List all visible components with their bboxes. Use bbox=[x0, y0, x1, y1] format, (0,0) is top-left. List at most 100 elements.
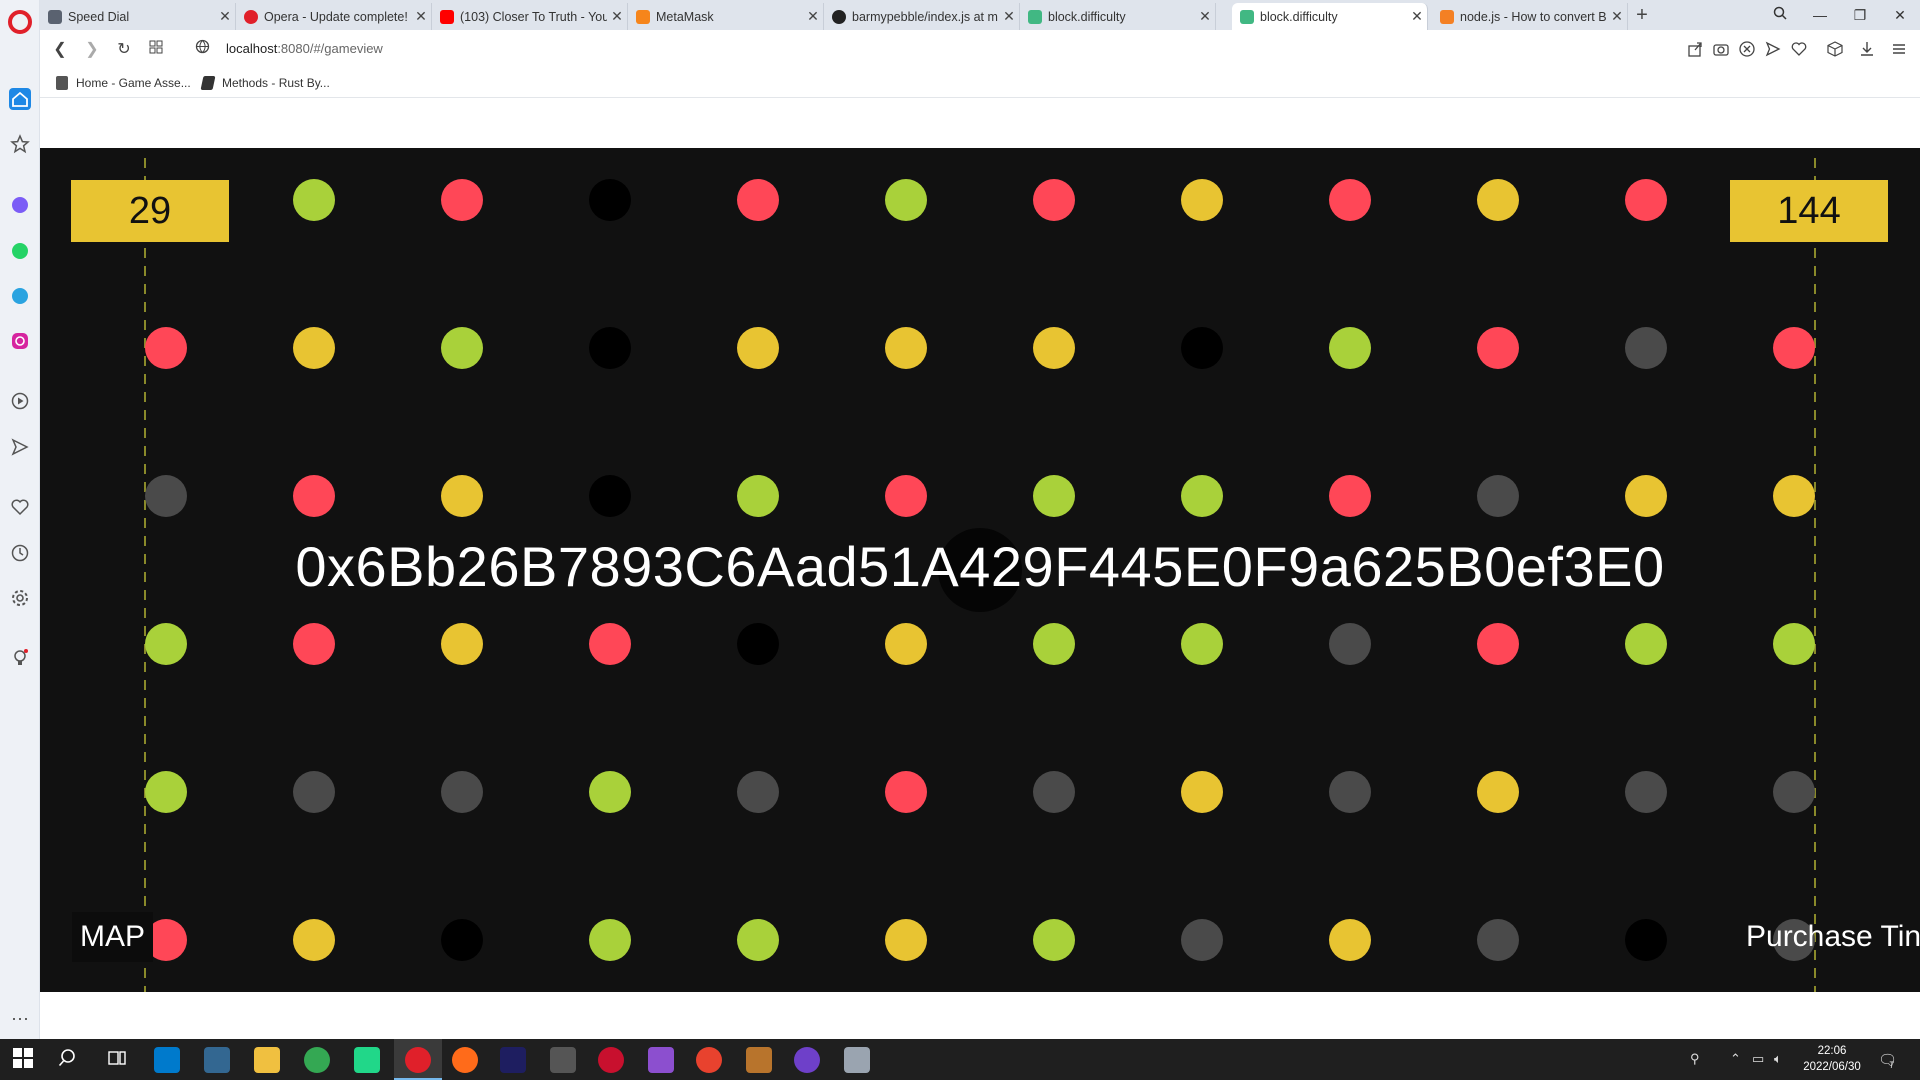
dot-r2-c9[interactable] bbox=[1477, 475, 1519, 517]
more-options-icon[interactable]: ⋯ bbox=[9, 1008, 31, 1030]
volume-icon[interactable]: 🔈︎ bbox=[1774, 1051, 1782, 1067]
opera-gx-icon[interactable] bbox=[598, 1047, 624, 1073]
dot-r0-c2[interactable] bbox=[441, 179, 483, 221]
tab-block-difficulty-1[interactable]: block.difficulty ✕ bbox=[1020, 3, 1216, 30]
dot-r1-c2[interactable] bbox=[441, 327, 483, 369]
windows-start-icon[interactable] bbox=[12, 1047, 38, 1073]
pycharm-icon[interactable] bbox=[354, 1047, 380, 1073]
dot-r1-c11[interactable] bbox=[1773, 327, 1815, 369]
dot-r0-c5[interactable] bbox=[885, 179, 927, 221]
visual-studio-icon[interactable] bbox=[648, 1047, 674, 1073]
home-icon[interactable] bbox=[9, 88, 31, 110]
tab-grid-icon[interactable] bbox=[144, 38, 168, 62]
close-window-icon[interactable]: ✕ bbox=[1886, 4, 1914, 26]
task-view-icon[interactable] bbox=[106, 1047, 132, 1073]
tray-chevron-up-icon[interactable]: ⌃ bbox=[1730, 1051, 1741, 1067]
extensions-cube-icon[interactable] bbox=[1826, 40, 1846, 60]
dot-r2-c4[interactable] bbox=[737, 475, 779, 517]
audition-icon[interactable] bbox=[500, 1047, 526, 1073]
game-view[interactable]: 29 144 0x6Bb26B7893C6Aad51A429F445E0F9a6… bbox=[40, 148, 1920, 992]
dot-r0-c4[interactable] bbox=[737, 179, 779, 221]
dot-r4-c10[interactable] bbox=[1625, 771, 1667, 813]
dot-r3-c4[interactable] bbox=[737, 623, 779, 665]
dot-r1-c8[interactable] bbox=[1329, 327, 1371, 369]
dot-r5-c1[interactable] bbox=[293, 919, 335, 961]
camera-icon[interactable] bbox=[1712, 40, 1732, 60]
messenger-icon[interactable] bbox=[9, 194, 31, 216]
dot-r3-c5[interactable] bbox=[885, 623, 927, 665]
unity-icon[interactable] bbox=[550, 1047, 576, 1073]
dot-r4-c0[interactable] bbox=[145, 771, 187, 813]
whatsapp-icon[interactable] bbox=[9, 240, 31, 262]
dot-r3-c2[interactable] bbox=[441, 623, 483, 665]
dot-r1-c3[interactable] bbox=[589, 327, 631, 369]
dot-r5-c4[interactable] bbox=[737, 919, 779, 961]
search-icon[interactable] bbox=[58, 1047, 84, 1073]
dot-r5-c3[interactable] bbox=[589, 919, 631, 961]
dot-r4-c3[interactable] bbox=[589, 771, 631, 813]
dot-r4-c4[interactable] bbox=[737, 771, 779, 813]
adblock-icon[interactable] bbox=[1738, 40, 1758, 60]
bookmark-game-assets[interactable]: Home - Game Asse... bbox=[56, 76, 191, 90]
dot-r5-c6[interactable] bbox=[1033, 919, 1075, 961]
telegram-icon[interactable] bbox=[9, 285, 31, 307]
dot-r4-c5[interactable] bbox=[885, 771, 927, 813]
dot-r2-c8[interactable] bbox=[1329, 475, 1371, 517]
tab-github[interactable]: barmypebble/index.js at m ✕ bbox=[824, 3, 1020, 30]
notifications-icon[interactable]: 🗨︎ 7 bbox=[1878, 1051, 1906, 1070]
settings-gear-icon[interactable] bbox=[9, 587, 31, 609]
dot-r1-c9[interactable] bbox=[1477, 327, 1519, 369]
dot-r3-c7[interactable] bbox=[1181, 623, 1223, 665]
postman-icon[interactable] bbox=[452, 1047, 478, 1073]
history-icon[interactable] bbox=[9, 542, 31, 564]
close-icon[interactable]: ✕ bbox=[803, 8, 823, 25]
dot-r4-c2[interactable] bbox=[441, 771, 483, 813]
dot-r2-c3[interactable] bbox=[589, 475, 631, 517]
close-icon[interactable]: ✕ bbox=[411, 8, 431, 25]
dot-r3-c0[interactable] bbox=[145, 623, 187, 665]
dot-r5-c10[interactable] bbox=[1625, 919, 1667, 961]
close-icon[interactable]: ✕ bbox=[1195, 8, 1215, 25]
dot-r0-c3[interactable] bbox=[589, 179, 631, 221]
opera-taskbar-icon[interactable] bbox=[405, 1047, 431, 1073]
easy-setup-menu-icon[interactable] bbox=[1890, 40, 1910, 60]
network-icon[interactable]: ▭ bbox=[1752, 1051, 1764, 1067]
restore-icon[interactable]: ❐ bbox=[1846, 4, 1874, 26]
chrome-icon[interactable] bbox=[304, 1047, 330, 1073]
reload-icon[interactable]: ↻ bbox=[112, 38, 136, 62]
send-icon[interactable] bbox=[9, 436, 31, 458]
dot-r5-c9[interactable] bbox=[1477, 919, 1519, 961]
dot-r3-c11[interactable] bbox=[1773, 623, 1815, 665]
tab-metamask[interactable]: MetaMask ✕ bbox=[628, 3, 824, 30]
dot-r1-c10[interactable] bbox=[1625, 327, 1667, 369]
lightbulb-icon[interactable] bbox=[9, 647, 31, 669]
flow-send-icon[interactable] bbox=[1764, 40, 1784, 60]
github-desktop-icon[interactable] bbox=[794, 1047, 820, 1073]
system-clock[interactable]: 22:06 2022/06/30 bbox=[1790, 1043, 1874, 1075]
close-icon[interactable]: ✕ bbox=[215, 8, 235, 25]
dot-r3-c3[interactable] bbox=[589, 623, 631, 665]
dot-r0-c8[interactable] bbox=[1329, 179, 1371, 221]
dot-r0-c10[interactable] bbox=[1625, 179, 1667, 221]
dot-r3-c10[interactable] bbox=[1625, 623, 1667, 665]
dot-r1-c4[interactable] bbox=[737, 327, 779, 369]
dot-r3-c9[interactable] bbox=[1477, 623, 1519, 665]
dot-r3-c6[interactable] bbox=[1033, 623, 1075, 665]
dot-r1-c1[interactable] bbox=[293, 327, 335, 369]
share-icon[interactable] bbox=[1686, 40, 1706, 60]
instagram-icon[interactable] bbox=[9, 330, 31, 352]
dot-r0-c1[interactable] bbox=[293, 179, 335, 221]
close-icon[interactable]: ✕ bbox=[607, 8, 627, 25]
remote-desktop-icon[interactable] bbox=[844, 1047, 870, 1073]
dot-r2-c5[interactable] bbox=[885, 475, 927, 517]
dot-r2-c6[interactable] bbox=[1033, 475, 1075, 517]
search-tabs-icon[interactable] bbox=[1766, 4, 1794, 26]
download-icon[interactable] bbox=[1858, 40, 1878, 60]
tab-opera-update[interactable]: Opera - Update complete! ✕ bbox=[236, 3, 432, 30]
git-client-icon[interactable] bbox=[696, 1047, 722, 1073]
dot-r4-c1[interactable] bbox=[293, 771, 335, 813]
close-icon[interactable]: ✕ bbox=[999, 8, 1019, 25]
dot-r1-c7[interactable] bbox=[1181, 327, 1223, 369]
dot-r4-c8[interactable] bbox=[1329, 771, 1371, 813]
dot-r2-c7[interactable] bbox=[1181, 475, 1223, 517]
